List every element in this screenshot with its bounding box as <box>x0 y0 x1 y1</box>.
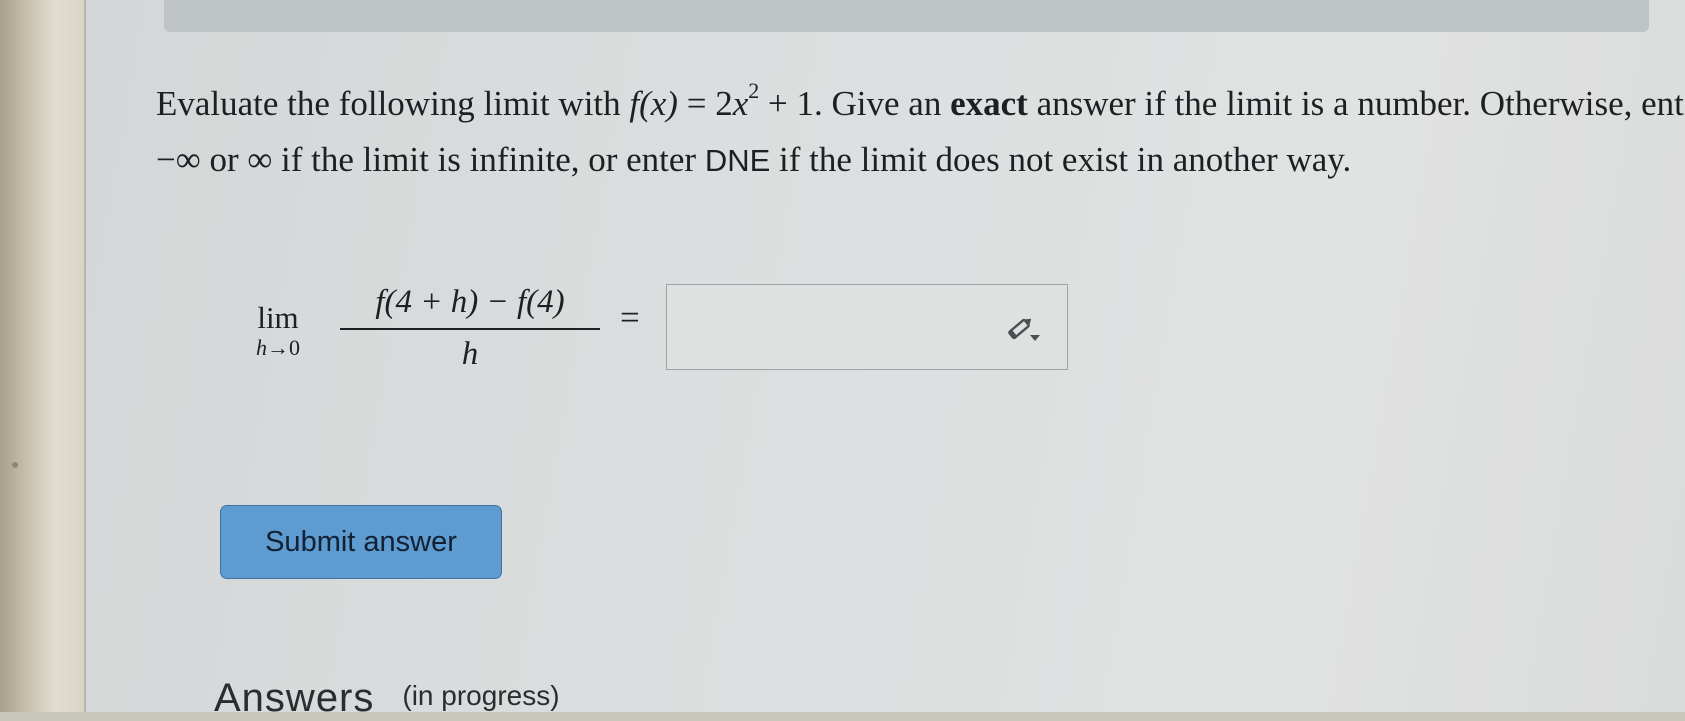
bezel-dot <box>12 462 18 468</box>
answer-input[interactable] <box>666 284 1068 370</box>
pencil-icon[interactable] <box>1007 313 1041 343</box>
denominator: h <box>461 336 479 372</box>
device-bezel <box>0 0 92 712</box>
submit-answer-button[interactable]: Submit answer <box>220 505 502 579</box>
question-part-1: Evaluate the following limit with <box>156 84 630 123</box>
question-part-2: + 1. Give an <box>759 84 951 123</box>
answers-status: (in progress) <box>402 680 560 711</box>
top-banner <box>164 0 1649 32</box>
dne-keyword: DNE <box>704 143 771 178</box>
answers-heading: Answers (in progress) <box>214 676 560 720</box>
function-notation: f(x) <box>629 84 678 123</box>
numerator-text: f(4 + h) − f(4) <box>375 284 565 320</box>
question-part-4: if the limit does not exist in another w… <box>770 140 1352 179</box>
screen: Evaluate the following limit with f(x) =… <box>84 0 1685 720</box>
answers-title: Answers <box>214 676 375 720</box>
lim-subscript: h→0 <box>238 336 318 360</box>
equals-sign: = <box>620 298 640 337</box>
variable-x: x <box>732 84 749 123</box>
submit-button-label: Submit answer <box>265 525 457 558</box>
difference-quotient: f(4 + h) − f(4) h <box>334 280 606 374</box>
exact-emphasis: exact <box>950 84 1028 123</box>
numerator: f(4 + h) − f(4) <box>334 280 606 324</box>
question-text: Evaluate the following limit with f(x) =… <box>156 76 1685 189</box>
exponent: 2 <box>748 78 760 104</box>
lim-sub-variable: h <box>256 335 267 360</box>
lim-operator: lim h→0 <box>238 300 318 360</box>
lim-sub-approach: →0 <box>267 335 300 360</box>
lim-word: lim <box>257 300 299 335</box>
fraction-bar <box>340 328 600 330</box>
equals-two: = 2 <box>677 84 733 123</box>
